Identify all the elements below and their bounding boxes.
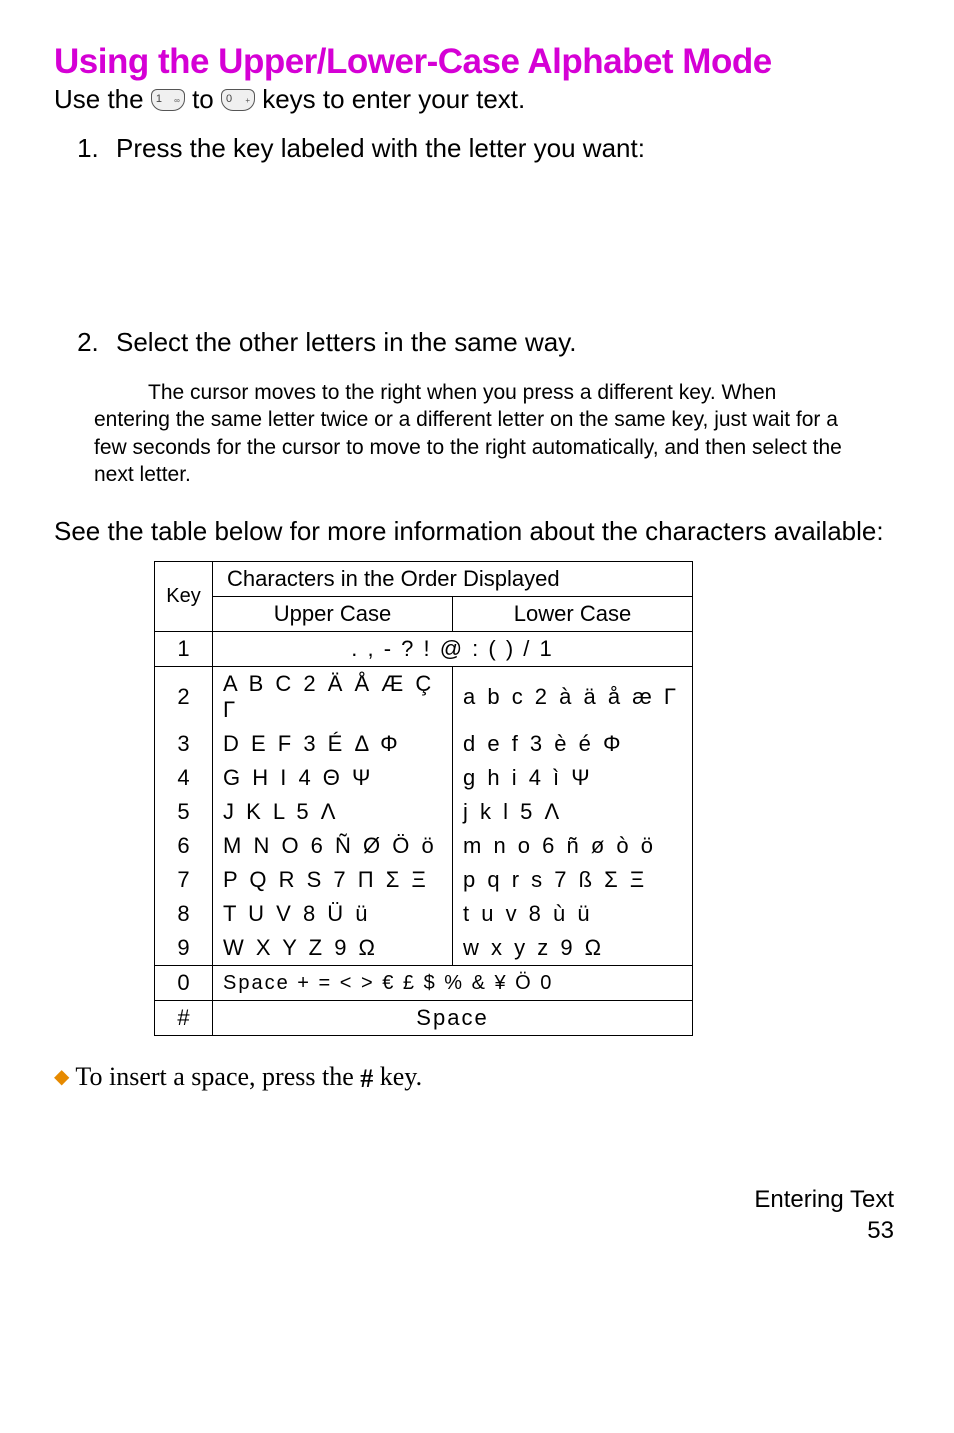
chars-cell: Space <box>213 1001 693 1036</box>
key-cell: 3 <box>155 727 213 761</box>
table-row: 3 D E F 3 É Δ Φ d e f 3 è é Φ <box>155 727 693 761</box>
page-title: Using the Upper/Lower-Case Alphabet Mode <box>54 42 894 82</box>
step-1: Press the key labeled with the letter yo… <box>106 133 894 164</box>
step-2: Select the other letters in the same way… <box>106 327 894 358</box>
upper-cell: P Q R S 7 Π Σ Ξ <box>213 863 453 897</box>
see-table-text: See the table below for more information… <box>54 516 894 547</box>
insert-prefix: To insert a space, press the <box>75 1062 360 1091</box>
chars-cell: . , - ? ! @ : ( ) / 1 <box>213 632 693 667</box>
table-row: 4 G H I 4 Θ Ψ g h i 4 ì Ψ <box>155 761 693 795</box>
diamond-icon: ◆ <box>54 1066 69 1088</box>
insert-suffix: key. <box>380 1062 422 1091</box>
hash-icon: # <box>360 1064 373 1094</box>
upper-cell: D E F 3 É Δ Φ <box>213 727 453 761</box>
chars-cell: Space + = < > € £ $ % & ¥ Ö 0 <box>213 966 693 1001</box>
key-cell: 0 <box>155 966 213 1001</box>
intro-text: Use the 1 ∞ to 0 + keys to enter your te… <box>54 84 894 115</box>
lower-cell: g h i 4 ì Ψ <box>453 761 693 795</box>
upper-cell: M N O 6 Ñ Ø Ö ö <box>213 829 453 863</box>
header-upper: Upper Case <box>213 597 453 632</box>
lower-cell: p q r s 7 ß Σ Ξ <box>453 863 693 897</box>
header-lower: Lower Case <box>453 597 693 632</box>
header-key: Key <box>155 562 213 632</box>
key-cell: # <box>155 1001 213 1036</box>
key-cell: 8 <box>155 897 213 931</box>
header-top: Characters in the Order Displayed <box>213 562 693 597</box>
key-cell: 6 <box>155 829 213 863</box>
table-row: 8 T U V 8 Ü ü t u v 8 ù ü <box>155 897 693 931</box>
intro-suffix: keys to enter your text. <box>262 84 525 114</box>
table-row: 1 . , - ? ! @ : ( ) / 1 <box>155 632 693 667</box>
page-footer: Entering Text 53 <box>54 1184 894 1246</box>
lower-cell: j k l 5 Λ <box>453 795 693 829</box>
key-cell: 2 <box>155 667 213 728</box>
upper-cell: T U V 8 Ü ü <box>213 897 453 931</box>
table-row: 5 J K L 5 Λ j k l 5 Λ <box>155 795 693 829</box>
table-row: 2 A B C 2 Ä Å Æ Ç Γ a b c 2 à ä å æ Γ <box>155 667 693 728</box>
upper-cell: W X Y Z 9 Ω <box>213 931 453 966</box>
char-table: Key Characters in the Order Displayed Up… <box>154 561 693 1036</box>
lower-cell: a b c 2 à ä å æ Γ <box>453 667 693 728</box>
steps-list: Press the key labeled with the letter yo… <box>54 133 894 164</box>
key-cell: 1 <box>155 632 213 667</box>
table-row: 0 Space + = < > € £ $ % & ¥ Ö 0 <box>155 966 693 1001</box>
intro-mid: to <box>192 84 221 114</box>
key-cell: 9 <box>155 931 213 966</box>
steps-list-2: Select the other letters in the same way… <box>54 327 894 358</box>
char-table-wrap: Key Characters in the Order Displayed Up… <box>154 561 894 1036</box>
key-0-icon: 0 + <box>221 87 255 109</box>
lower-cell: m n o 6 ñ ø ò ö <box>453 829 693 863</box>
table-row: 9 W X Y Z 9 Ω w x y z 9 Ω <box>155 931 693 966</box>
upper-cell: J K L 5 Λ <box>213 795 453 829</box>
intro-prefix: Use the <box>54 84 151 114</box>
upper-cell: G H I 4 Θ Ψ <box>213 761 453 795</box>
step-gap <box>54 182 894 327</box>
table-row: # Space <box>155 1001 693 1036</box>
key-cell: 5 <box>155 795 213 829</box>
key-1-icon: 1 ∞ <box>151 87 185 109</box>
footer-page: 53 <box>54 1215 894 1246</box>
insert-note: ◆ To insert a space, press the # key. <box>54 1062 894 1094</box>
lower-cell: d e f 3 è é Φ <box>453 727 693 761</box>
footer-section: Entering Text <box>54 1184 894 1215</box>
key-cell: 7 <box>155 863 213 897</box>
table-row: 7 P Q R S 7 Π Σ Ξ p q r s 7 ß Σ Ξ <box>155 863 693 897</box>
lower-cell: t u v 8 ù ü <box>453 897 693 931</box>
key-cell: 4 <box>155 761 213 795</box>
table-row: 6 M N O 6 Ñ Ø Ö ö m n o 6 ñ ø ò ö <box>155 829 693 863</box>
cursor-note: The cursor moves to the right when you p… <box>54 379 894 488</box>
lower-cell: w x y z 9 Ω <box>453 931 693 966</box>
upper-cell: A B C 2 Ä Å Æ Ç Γ <box>213 667 453 728</box>
